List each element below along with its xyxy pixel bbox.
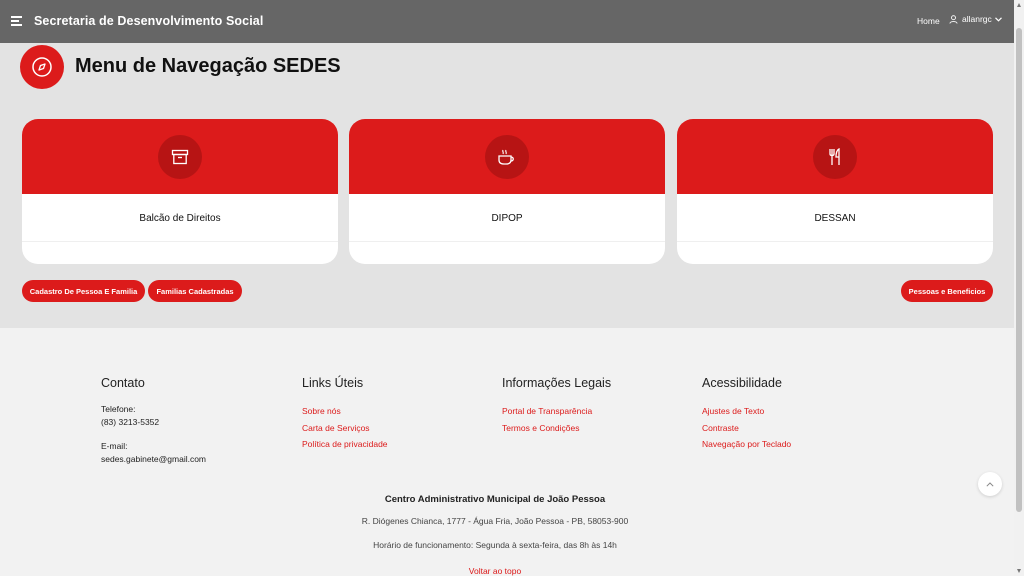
card-header [22,119,338,194]
footer-link-termos[interactable]: Termos e Condições [502,420,611,437]
user-icon [949,14,958,24]
scroll-to-top-button[interactable] [978,472,1002,496]
card-header [677,119,993,194]
divider [677,241,993,242]
footer-links: Links Úteis Sobre nós Carta de Serviços … [302,376,388,453]
scrollbar-thumb[interactable] [1016,28,1022,512]
scroll-up-arrow-icon[interactable] [1017,3,1021,7]
footer-heading: Informações Legais [502,376,612,390]
address: R. Diógenes Chianca, 1777 - Água Fria, J… [361,516,629,526]
opening-hours: Horário de funcionamento: Segunda à sext… [373,540,617,550]
phone-number: (83) 3213-5352 [101,417,160,427]
divider [349,241,665,242]
footer-link-ajustes-texto[interactable]: Ajustes de Texto [702,403,791,420]
top-navbar: Secretaria de Desenvolvimento Social Hom… [0,0,1014,43]
footer-link-contraste[interactable]: Contraste [702,420,791,437]
username-label: allanrgc [962,14,992,24]
menu-icon[interactable] [11,16,23,26]
footer-heading: Links Úteis [302,376,364,390]
footer-link-carta-servicos[interactable]: Carta de Serviços [302,420,388,437]
card-balcao-de-direitos[interactable]: Balcão de Direitos [22,119,338,264]
footer-contact: Contato Telefone: (83) 3213-5352 E-mail:… [101,376,206,466]
email-link[interactable]: sedes.gabinete@gmail.com [101,453,206,466]
archive-box-icon [158,134,202,179]
chevron-up-icon [986,481,994,487]
familias-cadastradas-button[interactable]: Familias Cadastradas [148,280,242,302]
app-title[interactable]: Secretaria de Desenvolvimento Social [34,14,263,28]
card-label: DESSAN [814,213,856,224]
footer-link-privacidade[interactable]: Política de privacidade [302,436,388,453]
card-dessan[interactable]: DESSAN [677,119,993,264]
card-label: DIPOP [491,213,523,224]
home-link[interactable]: Home [917,16,940,26]
scroll-down-arrow-icon[interactable] [1017,569,1021,573]
pessoas-beneficios-button[interactable]: Pessoas e Beneficios [901,280,993,302]
center-title: Centro Administrativo Municipal de João … [384,494,606,505]
footer-legal: Informações Legais Portal de Transparênc… [502,376,611,436]
back-to-top-link[interactable]: Voltar ao topo [0,566,990,576]
footer-heading: Acessibilidade [702,376,782,390]
compass-icon [20,45,64,89]
scrollbar[interactable] [1014,0,1024,576]
coffee-cup-icon [485,134,529,179]
footer-link-navegacao-teclado[interactable]: Navegação por Teclado [702,436,791,453]
card-header [349,119,665,194]
user-menu[interactable]: allanrgc [949,14,1006,24]
footer-accessibility: Acessibilidade Ajustes de Texto Contrast… [702,376,791,453]
cadastro-pessoa-familia-button[interactable]: Cadastro De Pessoa E Familia [22,280,145,302]
page-title: Menu de Navegação SEDES [75,55,341,77]
footer-link-sobre[interactable]: Sobre nós [302,403,388,420]
email-label: E-mail: [101,441,128,451]
chevron-down-icon [994,16,1002,22]
card-dipop[interactable]: DIPOP [349,119,665,264]
main-content: Menu de Navegação SEDES Balcão de Direit… [0,43,1014,328]
phone-label: Telefone: [101,404,136,414]
card-label: Balcão de Direitos [139,213,221,224]
fork-knife-icon [813,134,857,179]
divider [22,241,338,242]
footer-link-transparencia[interactable]: Portal de Transparência [502,403,611,420]
footer-heading: Contato [101,376,145,390]
